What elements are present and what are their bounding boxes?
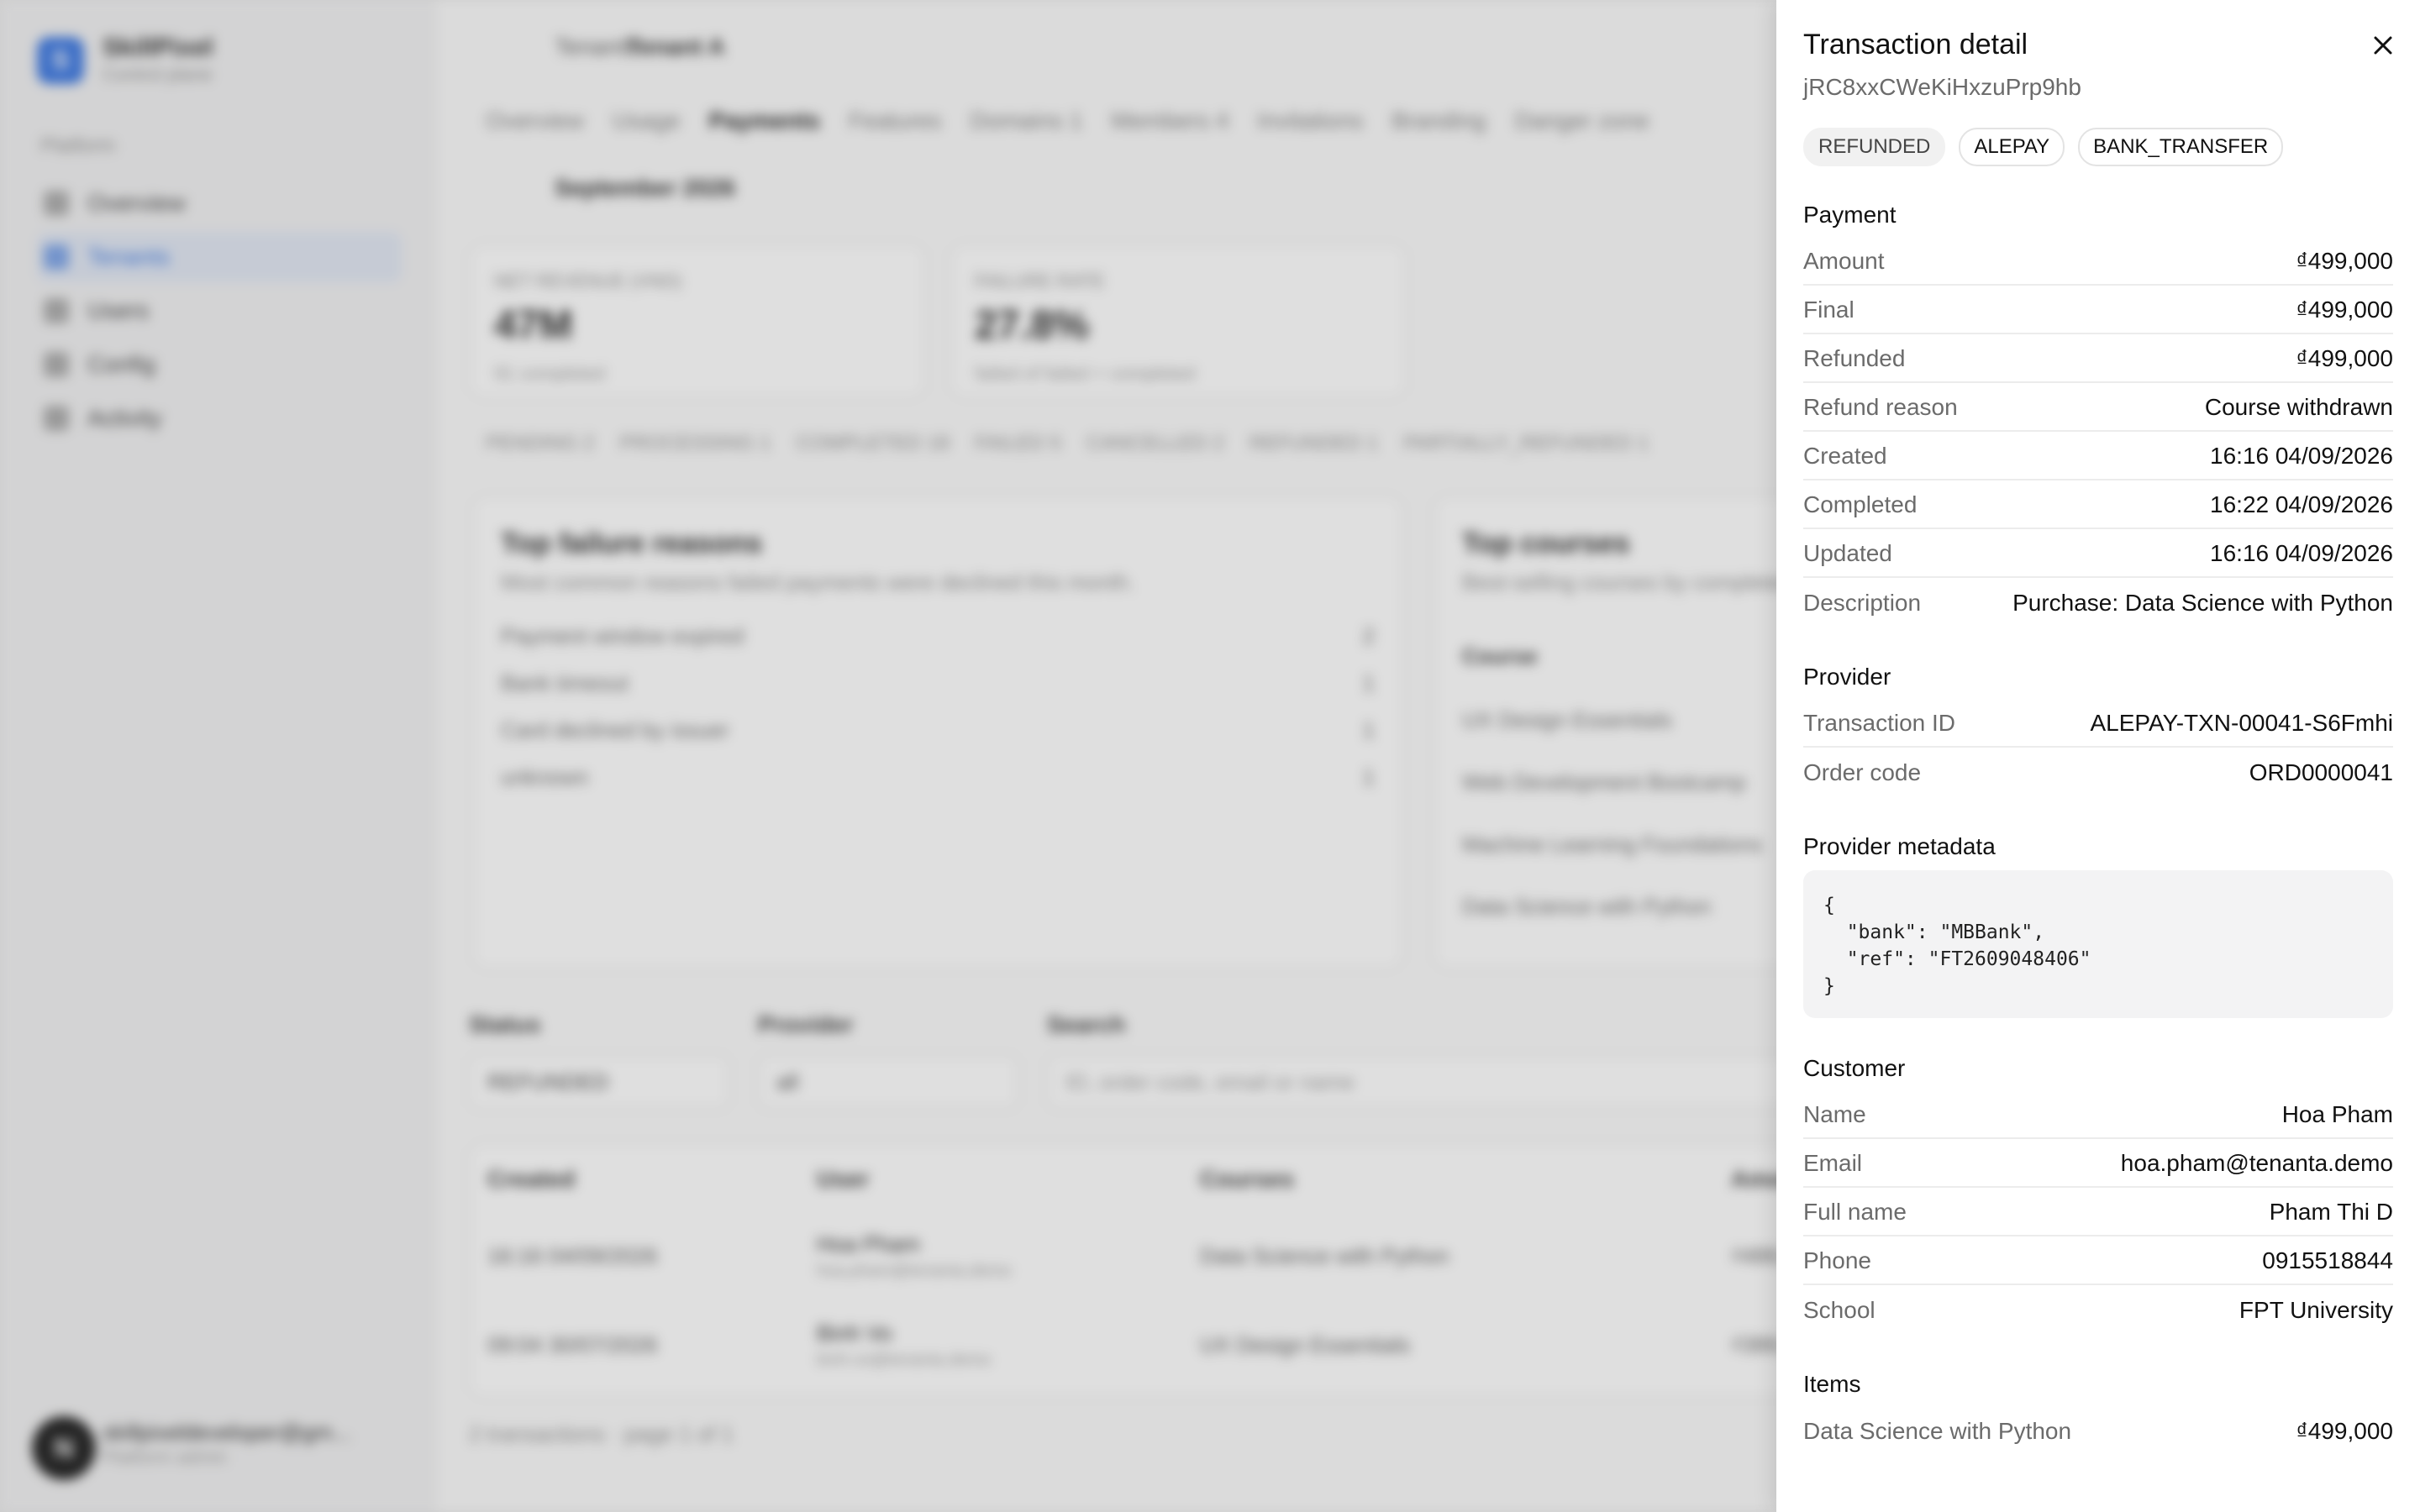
- payment-heading: Payment: [1803, 202, 1897, 228]
- payment-created-row: Created 16:16 04/09/2026: [1803, 433, 2393, 480]
- provider-order-code-row: Order code ORD0000041: [1803, 759, 2393, 785]
- items-heading: Items: [1803, 1371, 1861, 1397]
- provider-transaction-id-row: Transaction ID ALEPAY-TXN-00041-S6Fmhi: [1803, 701, 2393, 748]
- status-badges: REFUNDED ALEPAY BANK_TRANSFER: [1803, 128, 2284, 166]
- method-badge: BANK_TRANSFER: [2078, 128, 2284, 166]
- customer-full-name-row: Full name Pham Thi D: [1803, 1189, 2393, 1236]
- provider-badge: ALEPAY: [1959, 128, 2065, 166]
- close-icon: [2374, 36, 2392, 55]
- payment-completed-row: Completed 16:22 04/09/2026: [1803, 482, 2393, 529]
- payment-updated-row: Updated 16:16 04/09/2026: [1803, 531, 2393, 578]
- modal-overlay[interactable]: [0, 0, 1776, 1512]
- close-button[interactable]: [2365, 27, 2402, 64]
- payment-refund-reason-row: Refund reason Course withdrawn: [1803, 385, 2393, 432]
- status-badge: REFUNDED: [1803, 128, 1946, 166]
- payment-final-row: Final ₫499,000: [1803, 287, 2393, 334]
- payment-description-row: Description Purchase: Data Science with P…: [1803, 590, 2393, 616]
- payment-amount-row: Amount ₫499,000: [1803, 239, 2393, 286]
- customer-heading: Customer: [1803, 1055, 1906, 1081]
- transaction-detail-drawer: Transaction detail jRC8xxCWeKiHxzuPrp9hb…: [1776, 0, 2420, 1512]
- item-row: Data Science with Python ₫499,000: [1803, 1418, 2393, 1444]
- drawer-title: Transaction detail: [1803, 29, 2028, 60]
- provider-metadata-heading: Provider metadata: [1803, 833, 1996, 859]
- provider-heading: Provider: [1803, 664, 1891, 690]
- customer-school-row: School FPT University: [1803, 1297, 2393, 1323]
- transaction-id: jRC8xxCWeKiHxzuPrp9hb: [1803, 74, 2081, 100]
- payment-refunded-row: Refunded ₫499,000: [1803, 336, 2393, 383]
- customer-email-row: Email hoa.pham@tenanta.demo: [1803, 1141, 2393, 1188]
- customer-name-row: Name Hoa Pham: [1803, 1092, 2393, 1139]
- provider-metadata-json: { "bank": "MBBank", "ref": "FT2609048406…: [1803, 870, 2393, 1018]
- customer-phone-row: Phone 0915518844: [1803, 1238, 2393, 1285]
